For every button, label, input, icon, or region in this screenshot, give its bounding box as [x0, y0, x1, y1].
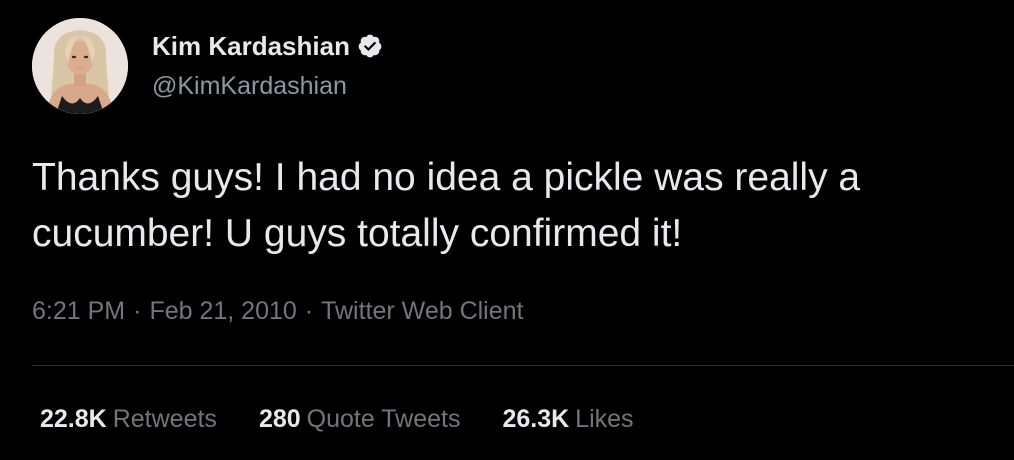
retweets-label: Retweets [112, 405, 217, 433]
tweet-date[interactable]: Feb 21, 2010 [149, 297, 296, 325]
engagement-stats: 22.8K Retweets 280 Quote Tweets 26.3K Likes [40, 402, 634, 436]
quote-tweets-count: 280 [258, 405, 301, 433]
retweets-count: 22.8K [40, 405, 107, 433]
verified-badge-icon [357, 33, 383, 59]
tweet-text: Thanks guys! I had no idea a pickle was … [32, 156, 861, 255]
avatar-photo [32, 18, 128, 114]
divider [32, 365, 1014, 366]
likes-label: Likes [575, 405, 634, 433]
meta-separator: · [304, 297, 314, 325]
quote-tweets-stat[interactable]: 280 Quote Tweets [259, 402, 461, 436]
meta-separator: · [133, 297, 142, 325]
quote-tweets-label: Quote Tweets [306, 405, 461, 433]
author-name-row: Kim Kardashian [152, 30, 383, 62]
author-display-name[interactable]: Kim Kardashian [152, 30, 350, 62]
avatar[interactable] [32, 18, 128, 114]
retweets-stat[interactable]: 22.8K Retweets [40, 402, 217, 436]
likes-count: 26.3K [502, 405, 570, 433]
tweet-meta: 6:21 PM · Feb 21, 2010 · Twitter Web Client [32, 294, 524, 328]
likes-stat[interactable]: 26.3K Likes [502, 402, 633, 436]
tweet-client[interactable]: Twitter Web Client [321, 297, 523, 325]
author-handle[interactable]: @KimKardashian [152, 70, 347, 102]
tweet-time[interactable]: 6:21 PM [32, 297, 125, 325]
